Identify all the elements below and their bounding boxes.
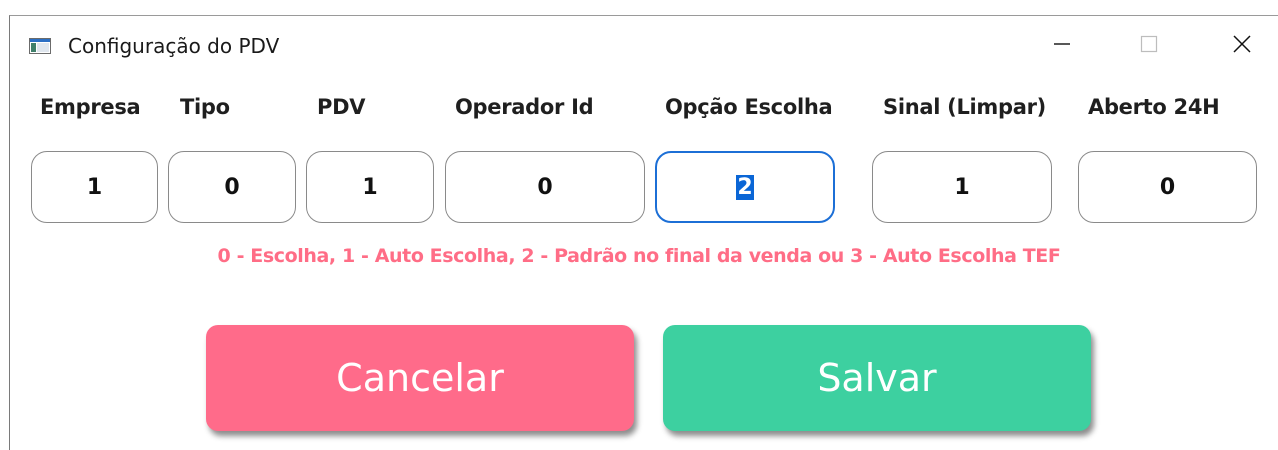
- minimize-button[interactable]: [1039, 30, 1085, 62]
- aberto-24h-value: 0: [1159, 174, 1176, 200]
- close-button[interactable]: [1219, 30, 1265, 62]
- sinal-limpar-input[interactable]: 1: [872, 151, 1052, 223]
- empresa-input[interactable]: 1: [31, 151, 158, 223]
- pdv-input[interactable]: 1: [306, 151, 434, 223]
- maximize-button[interactable]: [1126, 30, 1172, 62]
- aberto-24h-label: Aberto 24H: [1088, 95, 1220, 119]
- save-button-label: Salvar: [817, 356, 937, 400]
- minimize-icon: [1053, 35, 1071, 58]
- operador-id-label: Operador Id: [455, 95, 594, 119]
- sinal-limpar-value: 1: [954, 174, 970, 200]
- pdv-label: PDV: [317, 95, 366, 119]
- opcao-escolha-label: Opção Escolha: [665, 95, 833, 119]
- close-icon: [1232, 34, 1252, 59]
- tipo-input[interactable]: 0: [168, 151, 296, 223]
- empresa-value: 1: [86, 174, 103, 200]
- title-bar[interactable]: Configuração do PDV: [10, 16, 1278, 76]
- tipo-value: 0: [224, 174, 240, 200]
- aberto-24h-input[interactable]: 0: [1078, 151, 1257, 223]
- cancel-button[interactable]: Cancelar: [206, 325, 634, 431]
- operador-id-value: 0: [537, 174, 553, 200]
- maximize-icon: [1140, 35, 1158, 58]
- operador-id-input[interactable]: 0: [445, 151, 645, 223]
- cancel-button-label: Cancelar: [336, 356, 504, 400]
- save-button[interactable]: Salvar: [663, 325, 1091, 431]
- sinal-limpar-label: Sinal (Limpar): [883, 95, 1046, 119]
- opcao-hint-text: 0 - Escolha, 1 - Auto Escolha, 2 - Padrã…: [217, 245, 1061, 267]
- window-title: Configuração do PDV: [68, 34, 280, 58]
- opcao-escolha-value: 2: [736, 174, 754, 200]
- app-window-icon: [29, 38, 51, 54]
- tipo-label: Tipo: [180, 95, 230, 119]
- pdv-value: 1: [362, 174, 378, 200]
- empresa-label: Empresa: [40, 95, 141, 119]
- opcao-escolha-input[interactable]: 2: [655, 151, 835, 223]
